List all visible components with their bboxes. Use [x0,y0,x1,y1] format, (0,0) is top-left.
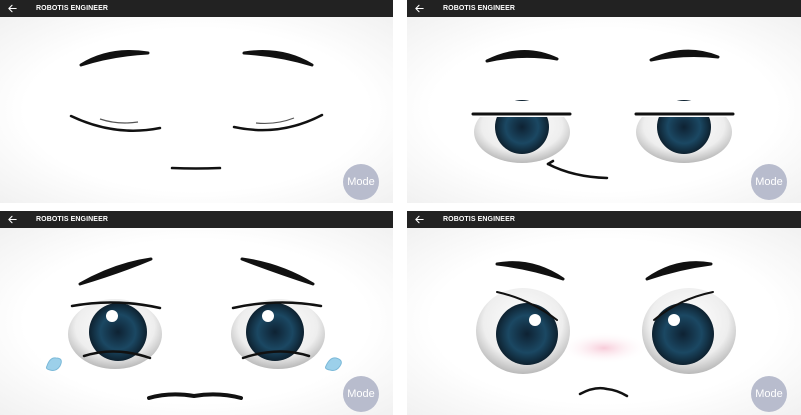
right-eyebrow [645,261,713,281]
mouth [147,392,243,400]
app-bar: ROBOTIS ENGINEER [0,211,393,228]
robot-face: Mode [407,228,801,415]
app-bar: ROBOTIS ENGINEER [407,0,801,17]
robot-face: Mode [407,17,801,203]
app-title: ROBOTIS ENGINEER [36,5,108,12]
robot-face: Mode [0,17,393,203]
right-lash [255,117,295,125]
back-arrow-icon[interactable] [407,0,431,17]
back-arrow-icon[interactable] [407,211,431,228]
face-panel-bored: ROBOTIS ENGINEER Mode [407,0,801,203]
left-eyebrow [79,50,150,67]
right-eye [642,288,736,374]
mouth [578,386,629,398]
app-title: ROBOTIS ENGINEER [443,5,515,12]
left-eyebrow [78,257,153,286]
left-eye [68,299,162,369]
app-title: ROBOTIS ENGINEER [36,216,108,223]
left-eye [476,288,570,374]
app-bar: ROBOTIS ENGINEER [407,211,801,228]
left-closed-eye [69,114,162,132]
blush [560,332,648,364]
left-eyebrow [495,261,565,281]
right-eyebrow [240,257,315,286]
face-panel-angry: ROBOTIS ENGINEER Mode [407,211,801,415]
mode-button[interactable]: Mode [343,164,379,200]
face-panel-sad: ROBOTIS ENGINEER Mode [0,211,393,415]
back-arrow-icon[interactable] [0,211,24,228]
left-eyebrow [485,49,559,63]
right-eyebrow [649,49,720,62]
right-eye [231,299,325,369]
mode-button[interactable]: Mode [343,376,379,412]
left-eye [467,100,577,163]
app-title: ROBOTIS ENGINEER [443,216,515,223]
robot-face: Mode [0,228,393,415]
left-lash [99,118,139,124]
app-bar: ROBOTIS ENGINEER [0,0,393,17]
left-tear [45,357,62,371]
face-panel-sleepy: ROBOTIS ENGINEER Mode [0,0,393,203]
right-tear [325,357,342,371]
mode-button[interactable]: Mode [751,164,787,200]
mouth [546,162,609,180]
mouth-corner [546,159,555,166]
back-arrow-icon[interactable] [0,0,24,17]
mode-button[interactable]: Mode [751,376,787,412]
mouth [170,166,222,170]
right-eyebrow [242,50,314,67]
right-eye [629,100,739,163]
